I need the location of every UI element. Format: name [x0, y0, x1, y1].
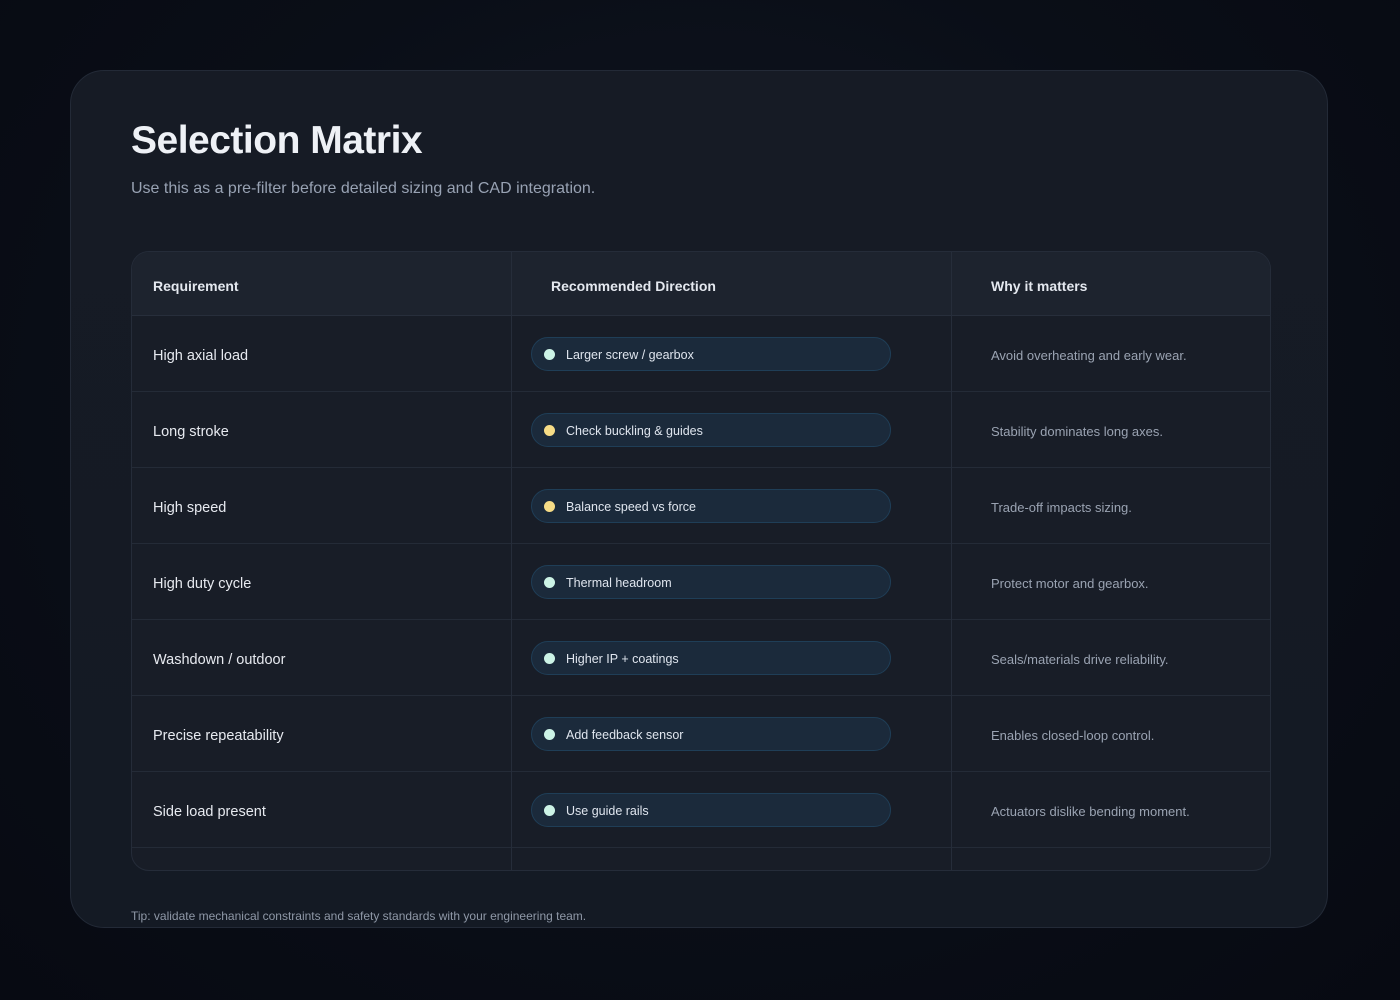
requirement-cell: Side load present	[153, 804, 266, 820]
recommendation-label: Use guide rails	[566, 804, 649, 818]
requirement-cell: Washdown / outdoor	[153, 652, 286, 668]
why-cell: Enables closed-loop control.	[991, 728, 1155, 743]
recommendation-label: Balance speed vs force	[566, 500, 696, 514]
status-dot-icon	[544, 577, 555, 588]
recommendation-label: Larger screw / gearbox	[566, 348, 694, 362]
why-cell: Actuators dislike bending moment.	[991, 804, 1190, 819]
requirement-cell: High speed	[153, 500, 227, 516]
table-row: High speed Balance speed vs force Trade-…	[132, 468, 1270, 544]
table-header: Requirement Recommended Direction Why it…	[132, 252, 1270, 316]
table-row: Side load present Use guide rails Actuat…	[132, 772, 1270, 848]
recommendation-label: Thermal headroom	[566, 576, 672, 590]
status-dot-icon	[544, 653, 555, 664]
table-row: High axial load Larger screw / gearbox A…	[132, 316, 1270, 392]
recommendation-pill: Use guide rails	[531, 793, 891, 827]
recommendation-pill: Balance speed vs force	[531, 489, 891, 523]
column-divider	[511, 252, 512, 870]
status-dot-icon	[544, 805, 555, 816]
recommendation-pill: Check buckling & guides	[531, 413, 891, 447]
table-row: High duty cycle Thermal headroom Protect…	[132, 544, 1270, 620]
selection-table: Requirement Recommended Direction Why it…	[131, 251, 1271, 871]
table-row: Long stroke Check buckling & guides Stab…	[132, 392, 1270, 468]
requirement-cell: Precise repeatability	[153, 728, 284, 744]
status-dot-icon	[544, 729, 555, 740]
requirement-cell: High duty cycle	[153, 576, 252, 592]
recommendation-pill: Add feedback sensor	[531, 717, 891, 751]
page-subtitle: Use this as a pre-filter before detailed…	[131, 180, 596, 197]
requirement-cell: High axial load	[153, 348, 249, 364]
why-cell: Avoid overheating and early wear.	[991, 348, 1187, 363]
recommendation-label: Higher IP + coatings	[566, 652, 679, 666]
recommendation-label: Check buckling & guides	[566, 424, 703, 438]
header-requirement: Requirement	[153, 278, 239, 294]
header-why-it-matters: Why it matters	[991, 278, 1088, 294]
status-dot-icon	[544, 425, 555, 436]
why-cell: Seals/materials drive reliability.	[991, 652, 1169, 667]
page-title: Selection Matrix	[131, 119, 423, 162]
why-cell: Trade-off impacts sizing.	[991, 500, 1132, 515]
table-row: Washdown / outdoor Higher IP + coatings …	[132, 620, 1270, 696]
why-cell: Stability dominates long axes.	[991, 424, 1163, 439]
requirement-cell: Long stroke	[153, 424, 229, 440]
recommendation-pill: Higher IP + coatings	[531, 641, 891, 675]
recommendation-pill: Larger screw / gearbox	[531, 337, 891, 371]
recommendation-pill: Thermal headroom	[531, 565, 891, 599]
header-recommended-direction: Recommended Direction	[551, 278, 716, 294]
status-dot-icon	[544, 501, 555, 512]
status-dot-icon	[544, 349, 555, 360]
selection-matrix-card: Selection Matrix Use this as a pre-filte…	[70, 70, 1328, 928]
tip-text: Tip: validate mechanical constraints and…	[131, 909, 587, 923]
table-row: Precise repeatability Add feedback senso…	[132, 696, 1270, 772]
why-cell: Protect motor and gearbox.	[991, 576, 1149, 591]
recommendation-label: Add feedback sensor	[566, 728, 684, 742]
column-divider	[951, 252, 952, 870]
